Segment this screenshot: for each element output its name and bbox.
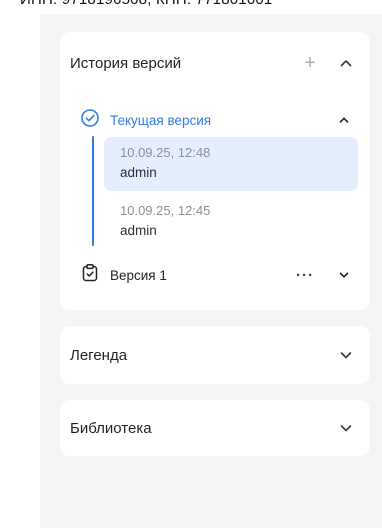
version-history-title: История версий [70, 54, 182, 72]
chevron-up-icon[interactable] [332, 108, 356, 132]
top-strip: ИНН: 9718196508, КПП: 771801001 [0, 0, 382, 14]
top-strip-text: ИНН: 9718196508, КПП: 771801001 [20, 0, 272, 8]
legend-header[interactable]: Легенда [70, 326, 358, 384]
library-title: Библиотека [70, 419, 152, 437]
version-1-row[interactable]: Версия 1 ··· [80, 263, 356, 287]
chevron-down-icon[interactable] [332, 263, 356, 287]
clipboard-check-icon [80, 263, 100, 288]
chevron-down-icon[interactable] [334, 416, 358, 440]
chevron-down-icon[interactable] [334, 343, 358, 367]
version-user: admin [120, 165, 157, 180]
version-history-header: История версий + [70, 32, 358, 94]
plus-icon[interactable]: + [298, 51, 322, 75]
version-history-card: История версий + Текущая версия 10.09.25… [60, 32, 370, 310]
version-entry[interactable]: 10.09.25, 12:48 admin [104, 137, 358, 191]
library-header[interactable]: Библиотека [70, 400, 358, 456]
version-date: 10.09.25, 12:48 [120, 145, 211, 160]
legend-card[interactable]: Легенда [60, 326, 370, 384]
version-entry[interactable]: 10.09.25, 12:45 admin [104, 195, 358, 249]
check-circle-icon [80, 108, 100, 133]
library-card[interactable]: Библиотека [60, 400, 370, 456]
version-timeline-line [92, 136, 94, 246]
current-version-label: Текущая версия [110, 112, 212, 128]
legend-title: Легенда [70, 346, 128, 364]
side-panel: История версий + Текущая версия 10.09.25… [40, 14, 382, 528]
version-1-label: Версия 1 [110, 267, 167, 283]
chevron-up-icon[interactable] [334, 51, 358, 75]
version-user: admin [120, 223, 157, 238]
version-date: 10.09.25, 12:45 [120, 203, 211, 218]
current-version-row[interactable]: Текущая версия [80, 108, 356, 132]
more-horizontal-icon[interactable]: ··· [296, 268, 314, 283]
